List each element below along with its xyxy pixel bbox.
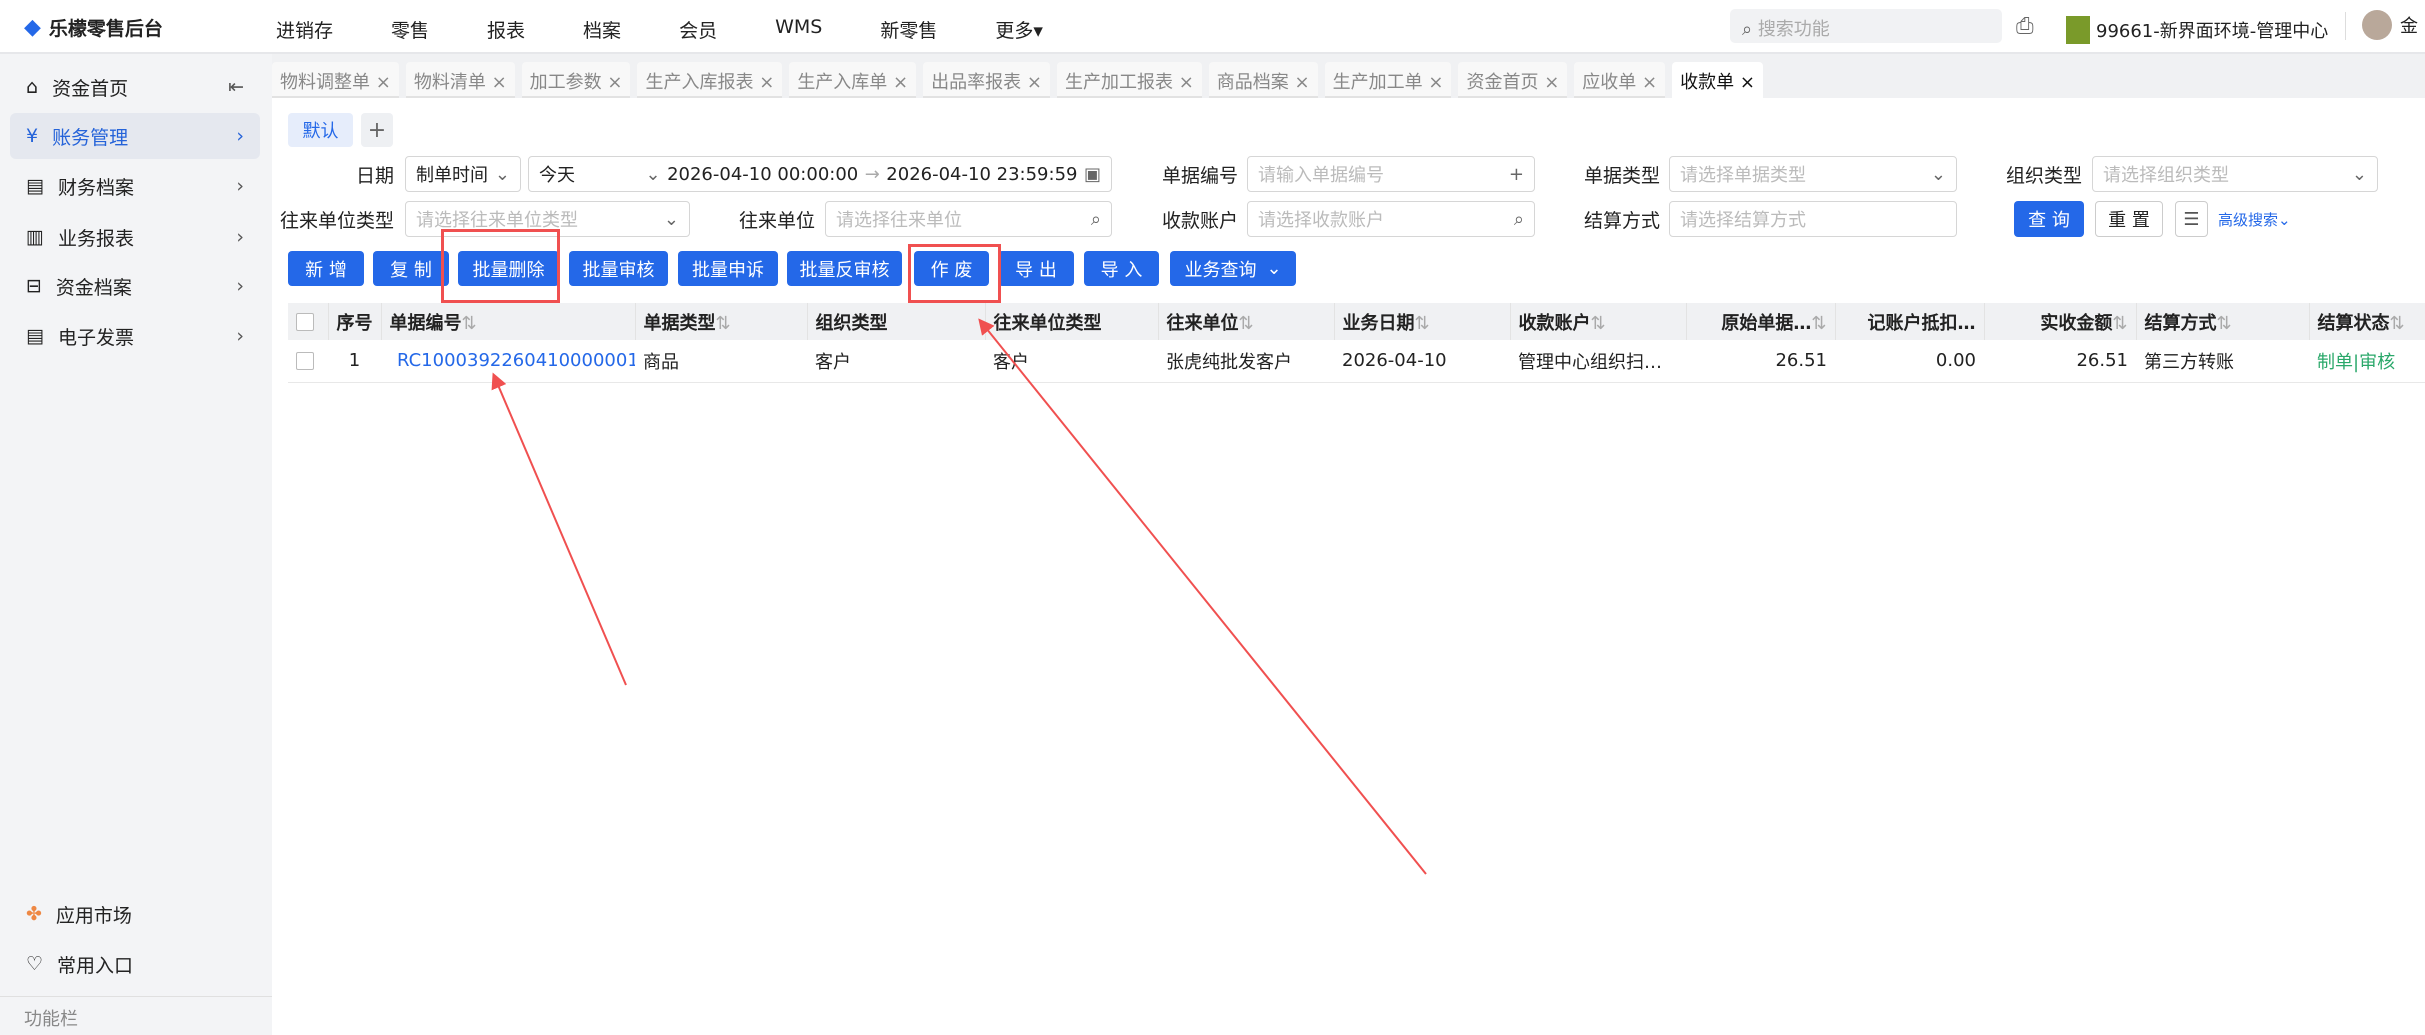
arrow-annotation — [978, 318, 1427, 875]
annotation-arrows — [491, 318, 1427, 875]
arrow-annotation — [491, 372, 627, 686]
